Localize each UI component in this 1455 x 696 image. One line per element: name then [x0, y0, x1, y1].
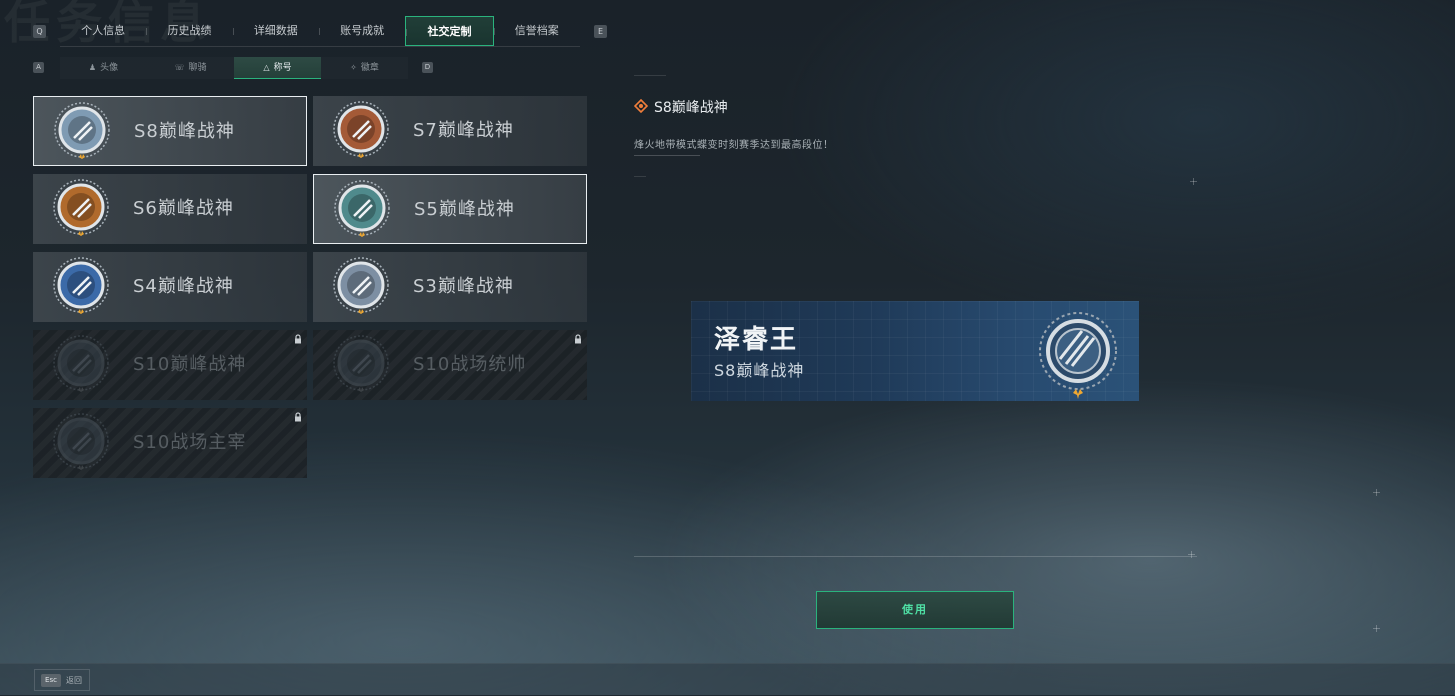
title-card[interactable]: S5巅峰战神: [313, 174, 587, 244]
s8-emblem-icon: [54, 102, 110, 159]
chat-icon: ☏: [174, 63, 185, 72]
title-card[interactable]: S6巅峰战神: [33, 174, 307, 244]
title-card[interactable]: S3巅峰战神: [313, 252, 587, 322]
tab-personal-info[interactable]: 个人信息: [60, 16, 146, 46]
title-card-name: S7巅峰战神: [413, 120, 514, 141]
subtab-title[interactable]: △ 称号: [234, 57, 321, 79]
subtab-label: 称号: [273, 63, 292, 73]
title-card-name: S10战场统帅: [413, 354, 527, 375]
s4-emblem-icon: [53, 257, 109, 314]
subtab-label: 聊骑: [188, 63, 207, 73]
divider: [634, 155, 700, 156]
subtab-chat[interactable]: ☏ 聊骑: [147, 57, 234, 79]
top-tab-bar: 个人信息 历史战绩 详细数据 账号成就 社交定制 信誉档案: [60, 16, 580, 47]
subtab-label: 头像: [100, 63, 119, 73]
divider: [634, 75, 666, 76]
crosshair-mark: [1373, 625, 1380, 632]
detail-title: S8巅峰战神: [654, 100, 728, 116]
title-card-name: S10巅峰战神: [133, 354, 247, 375]
title-card[interactable]: S4巅峰战神: [33, 252, 307, 322]
s7-emblem-icon: [333, 101, 389, 158]
use-button[interactable]: 使用: [816, 591, 1014, 629]
sub-tab-bar: ♟ 头像 ☏ 聊骑 △ 称号 ✧ 徽章: [60, 57, 408, 79]
s6-emblem-icon: [53, 179, 109, 236]
tab-match-history[interactable]: 历史战绩: [146, 16, 232, 46]
subtab-badge[interactable]: ✧ 徽章: [321, 57, 408, 79]
next-tab-key[interactable]: E: [594, 25, 607, 38]
title-card-name: S4巅峰战神: [133, 276, 234, 297]
emblem-icon: ✧: [350, 63, 357, 72]
tab-reputation[interactable]: 信誉档案: [493, 16, 580, 46]
s3-emblem-icon: [333, 257, 389, 314]
lock-icon: [575, 334, 581, 344]
divider: [634, 176, 646, 177]
title-card[interactable]: S8巅峰战神: [33, 96, 307, 166]
player-name: 泽睿王: [714, 325, 799, 355]
title-card-name: S10战场主宰: [133, 432, 247, 453]
lock-icon: [295, 412, 301, 422]
tab-social-customization[interactable]: 社交定制: [405, 16, 494, 46]
title-card-name: S6巅峰战神: [133, 198, 234, 219]
crosshair-mark: [1190, 178, 1197, 185]
s10-peak-emblem-icon: [53, 335, 109, 392]
detail-description: 烽火地带模式蝶变时刻赛季达到最高段位！: [634, 140, 834, 151]
tab-detailed-data[interactable]: 详细数据: [232, 16, 319, 46]
divider: [634, 556, 1197, 557]
name-card-preview: 泽睿王 S8巅峰战神: [691, 301, 1139, 401]
title-card[interactable]: S7巅峰战神: [313, 96, 587, 166]
s5-emblem-icon: [334, 180, 390, 237]
s10-dominator-emblem-icon: [53, 413, 109, 470]
triangle-icon: △: [263, 63, 270, 72]
title-card-name: S3巅峰战神: [413, 276, 514, 297]
title-card[interactable]: S10战场统帅: [313, 330, 587, 400]
name-card-title: S8巅峰战神: [714, 361, 805, 380]
title-card-name: S8巅峰战神: [134, 121, 235, 142]
title-card[interactable]: S10巅峰战神: [33, 330, 307, 400]
subtab-label: 徽章: [360, 63, 379, 73]
person-icon: ♟: [88, 63, 97, 72]
title-diamond-icon: [634, 99, 648, 113]
back-button[interactable]: Esc 返回: [34, 669, 90, 691]
crosshair-mark: [1188, 551, 1195, 558]
subtab-avatar[interactable]: ♟ 头像: [60, 57, 147, 79]
s10-commander-emblem-icon: [333, 335, 389, 392]
prev-subtab-key[interactable]: A: [33, 62, 44, 73]
tab-achievements[interactable]: 账号成就: [318, 16, 405, 46]
next-subtab-key[interactable]: D: [422, 62, 433, 73]
s8-emblem-icon: [1039, 312, 1117, 399]
esc-key: Esc: [41, 674, 61, 687]
lock-icon: [295, 334, 301, 344]
title-card-name: S5巅峰战神: [414, 199, 515, 220]
prev-tab-key[interactable]: Q: [33, 25, 46, 38]
back-label: 返回: [66, 676, 82, 685]
footer-bar: [0, 663, 1455, 696]
title-card[interactable]: S10战场主宰: [33, 408, 307, 478]
crosshair-mark: [1373, 489, 1380, 496]
